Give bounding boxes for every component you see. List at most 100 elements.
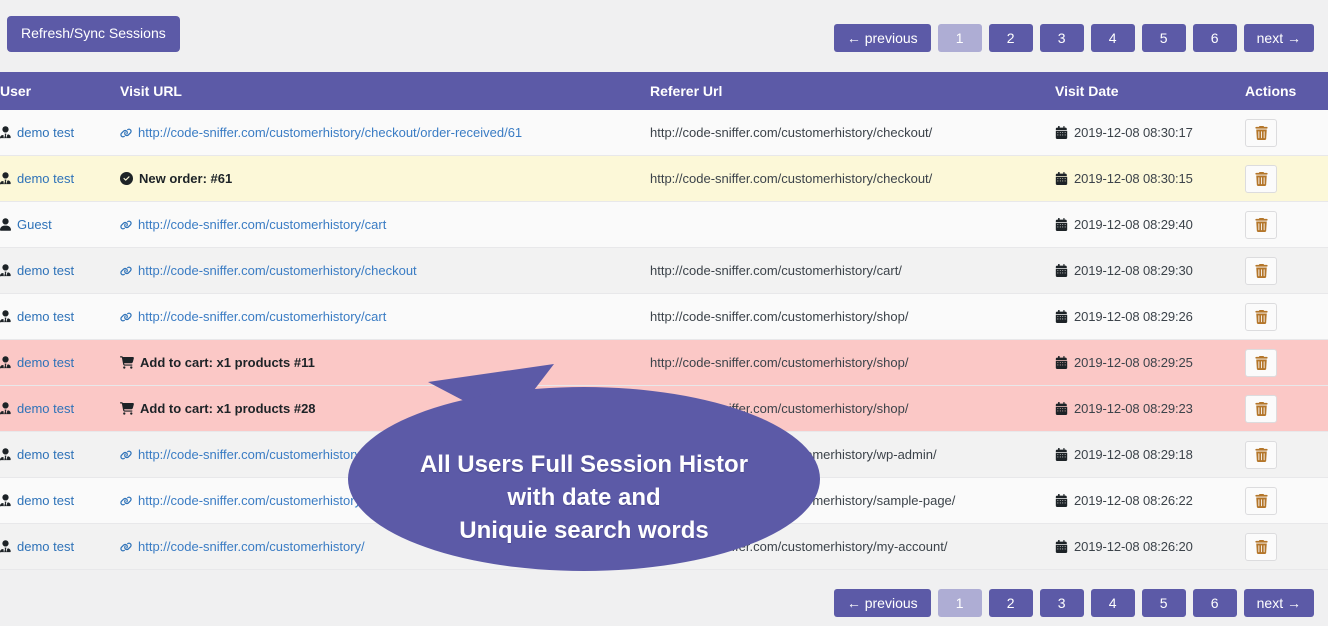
- cell-actions: [1245, 201, 1328, 248]
- table-row: demo test Add to cart: x1 products #11 htt…: [0, 339, 1328, 386]
- user-tie-icon: [0, 264, 11, 277]
- visit-url-link[interactable]: http://code-sniffer.com/customerhistory/: [138, 493, 365, 508]
- referer-url-text: http://code-sniffer.com/customerhistory/…: [650, 539, 948, 554]
- delete-row-button[interactable]: [1245, 532, 1277, 561]
- cell-actions: [1245, 431, 1328, 478]
- referer-url-text: http://code-sniffer.com/customerhistory/…: [650, 355, 909, 370]
- user-name[interactable]: demo test: [17, 263, 74, 278]
- shopping-cart-icon: [120, 356, 134, 369]
- page-button-5-bottom[interactable]: 5: [1141, 589, 1186, 617]
- referer-url-text: http://code-sniffer.com/customerhistory/…: [650, 493, 956, 508]
- cell-actions: [1245, 155, 1328, 202]
- cell-referer-url: http://code-sniffer.com/customerhistory/…: [650, 431, 1055, 478]
- next-page-button-bottom[interactable]: next →: [1243, 589, 1314, 617]
- visit-date-text: 2019-12-08 08:29:30: [1074, 263, 1193, 278]
- user-name[interactable]: demo test: [17, 355, 74, 370]
- trash-icon: [1254, 447, 1268, 462]
- pagination-bottom: ← previous 1 2 3 4 5 6 next →: [833, 589, 1314, 617]
- cell-visit-date: 2019-12-08 08:26:20: [1055, 523, 1245, 570]
- referer-url-text: http://code-sniffer.com/customerhistory/…: [650, 263, 902, 278]
- trash-icon: [1254, 171, 1268, 186]
- user-name[interactable]: demo test: [17, 447, 74, 462]
- cell-referer-url: http://code-sniffer.com/customerhistory/…: [650, 110, 1055, 156]
- visit-url-link[interactable]: http://code-sniffer.com/customerhistory/: [138, 539, 365, 554]
- user-name[interactable]: demo test: [17, 493, 74, 508]
- user-tie-icon: [0, 126, 11, 139]
- delete-row-button[interactable]: [1245, 118, 1277, 147]
- trash-icon: [1254, 401, 1268, 416]
- page-button-5[interactable]: 5: [1141, 24, 1186, 52]
- previous-page-button[interactable]: ← previous: [833, 24, 931, 52]
- delete-row-button[interactable]: [1245, 256, 1277, 285]
- page-button-4-bottom[interactable]: 4: [1090, 589, 1135, 617]
- page-button-3-bottom[interactable]: 3: [1039, 589, 1084, 617]
- table-row: demo test http://code-sniffer.com/custome…: [0, 477, 1328, 524]
- page-button-1[interactable]: 1: [937, 24, 982, 52]
- previous-page-button-bottom[interactable]: ← previous: [833, 589, 931, 617]
- user-name[interactable]: demo test: [17, 539, 74, 554]
- cell-user: Guest: [0, 201, 120, 248]
- calendar-icon: [1055, 264, 1068, 277]
- user-name[interactable]: demo test: [17, 401, 74, 416]
- delete-row-button[interactable]: [1245, 440, 1277, 469]
- user-tie-icon: [0, 540, 11, 553]
- user-name[interactable]: Guest: [17, 217, 52, 232]
- trash-icon: [1254, 217, 1268, 232]
- visit-url-link[interactable]: http://code-sniffer.com/customerhistory/…: [138, 447, 393, 462]
- cell-visit-date: 2019-12-08 08:29:30: [1055, 247, 1245, 294]
- user-name[interactable]: demo test: [17, 171, 74, 186]
- visit-date-text: 2019-12-08 08:30:15: [1074, 171, 1193, 186]
- table-row: demo test http://code-sniffer.com/custome…: [0, 293, 1328, 340]
- page-button-6-bottom[interactable]: 6: [1192, 589, 1237, 617]
- cell-actions: [1245, 247, 1328, 294]
- cell-user: demo test: [0, 339, 120, 386]
- delete-row-button[interactable]: [1245, 394, 1277, 423]
- user-name[interactable]: demo test: [17, 309, 74, 324]
- user-name[interactable]: demo test: [17, 125, 74, 140]
- page-button-2-bottom[interactable]: 2: [988, 589, 1033, 617]
- cell-actions: [1245, 385, 1328, 432]
- visit-date-text: 2019-12-08 08:26:20: [1074, 539, 1193, 554]
- referer-url-text: http://code-sniffer.com/customerhistory/…: [650, 309, 909, 324]
- table-body: demo test http://code-sniffer.com/custome…: [0, 110, 1328, 570]
- next-page-button[interactable]: next →: [1243, 24, 1314, 52]
- delete-row-button[interactable]: [1245, 164, 1277, 193]
- cell-visit-url: http://code-sniffer.com/customerhistory/…: [120, 201, 650, 248]
- page-button-1-bottom[interactable]: 1: [937, 589, 982, 617]
- cell-user: demo test: [0, 477, 120, 524]
- cell-visit-url: http://code-sniffer.com/customerhistory/…: [120, 431, 650, 478]
- delete-row-button[interactable]: [1245, 486, 1277, 515]
- delete-row-button[interactable]: [1245, 210, 1277, 239]
- admin-page: Refresh/Sync Sessions ← previous 1 2 3 4…: [0, 0, 1328, 626]
- cell-referer-url: http://code-sniffer.com/customerhistory/…: [650, 293, 1055, 340]
- cell-user: demo test: [0, 110, 120, 156]
- refresh-sync-sessions-button[interactable]: Refresh/Sync Sessions: [7, 16, 180, 52]
- page-button-3[interactable]: 3: [1039, 24, 1084, 52]
- link-icon: [120, 219, 132, 231]
- trash-icon: [1254, 309, 1268, 324]
- cell-referer-url: http://code-sniffer.com/customerhistory/…: [650, 523, 1055, 570]
- table-row: demo test http://code-sniffer.com/custome…: [0, 110, 1328, 156]
- visit-url-link[interactable]: http://code-sniffer.com/customerhistory/…: [138, 263, 417, 278]
- page-button-6[interactable]: 6: [1192, 24, 1237, 52]
- visit-date-text: 2019-12-08 08:29:25: [1074, 355, 1193, 370]
- visit-url-link[interactable]: http://code-sniffer.com/customerhistory/…: [138, 217, 386, 232]
- visit-url-link[interactable]: http://code-sniffer.com/customerhistory/…: [138, 309, 386, 324]
- visit-url-link[interactable]: http://code-sniffer.com/customerhistory/…: [138, 125, 522, 140]
- table-row: Guest http://code-sniffer.com/customerhis…: [0, 201, 1328, 248]
- table-row: demo test http://code-sniffer.com/custome…: [0, 523, 1328, 570]
- user-tie-icon: [0, 172, 11, 185]
- page-button-2[interactable]: 2: [988, 24, 1033, 52]
- cell-actions: [1245, 523, 1328, 570]
- cell-visit-date: 2019-12-08 08:30:15: [1055, 155, 1245, 202]
- link-icon: [120, 495, 132, 507]
- cell-visit-date: 2019-12-08 08:29:25: [1055, 339, 1245, 386]
- check-circle-icon: [120, 172, 133, 185]
- trash-icon: [1254, 263, 1268, 278]
- user-tie-icon: [0, 448, 11, 461]
- user-tie-icon: [0, 356, 11, 369]
- delete-row-button[interactable]: [1245, 302, 1277, 331]
- delete-row-button[interactable]: [1245, 348, 1277, 377]
- calendar-icon: [1055, 126, 1068, 139]
- page-button-4[interactable]: 4: [1090, 24, 1135, 52]
